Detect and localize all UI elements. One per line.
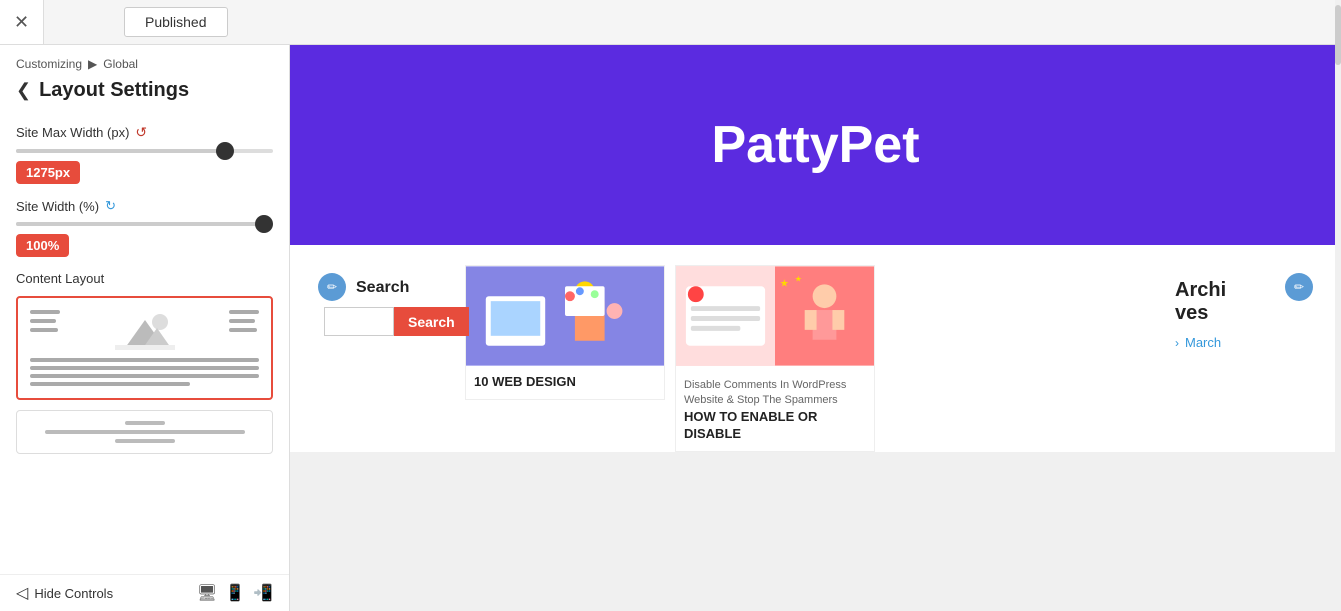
content-grid: ✏ Search Search bbox=[290, 245, 1341, 452]
post-card-2: ★ ★ Disable Comments In WordPress Websit… bbox=[675, 265, 875, 452]
close-icon: ✕ bbox=[14, 12, 29, 33]
sidebar-bottom: ◁ Hide Controls 🖥 📱 📲 bbox=[0, 574, 289, 611]
breadcrumb-customizing[interactable]: Customizing bbox=[16, 57, 82, 71]
site-max-width-slider[interactable] bbox=[16, 149, 273, 153]
tablet-icon[interactable]: 📱 bbox=[225, 583, 245, 603]
sidebar-wrapper: Customizing ▶ Global ❮ Layout Settings S… bbox=[0, 45, 290, 611]
sidebar-scrollbar bbox=[1335, 45, 1341, 611]
back-button[interactable]: ❮ Layout Settings bbox=[0, 75, 289, 114]
site-max-width-label: Site Max Width (px) ↺ bbox=[16, 124, 273, 141]
desktop-icon[interactable]: 🖥 bbox=[197, 583, 217, 603]
post-card-2-image: ★ ★ bbox=[676, 266, 874, 366]
search-input[interactable] bbox=[324, 307, 394, 336]
archive-arrow-icon: › bbox=[1175, 336, 1179, 350]
post-card-2-title: HOW TO ENABLE OR DISABLE bbox=[684, 409, 866, 443]
sidebar-content: Site Max Width (px) ↺ 1275px Site Width … bbox=[0, 114, 289, 474]
sidebar-scroll-area: Site Max Width (px) ↺ 1275px Site Width … bbox=[0, 114, 289, 574]
site-width-reset-icon[interactable]: ↻ bbox=[105, 198, 116, 214]
search-widget-edit-icon[interactable]: ✏ bbox=[318, 273, 346, 301]
hide-controls-label: Hide Controls bbox=[34, 586, 113, 601]
site-width-slider[interactable] bbox=[16, 222, 273, 226]
layout-option-2[interactable] bbox=[16, 410, 273, 454]
content-layout-label: Content Layout bbox=[16, 271, 273, 286]
archives-widget-edit-icon[interactable]: ✏ bbox=[1285, 273, 1313, 301]
breadcrumb-global[interactable]: Global bbox=[103, 57, 138, 71]
preview-area: PattyPet ✏ Search Search bbox=[290, 45, 1341, 611]
breadcrumb-arrow-icon: ▶ bbox=[88, 57, 97, 71]
breadcrumb: Customizing ▶ Global bbox=[0, 45, 289, 75]
svg-text:★: ★ bbox=[780, 278, 789, 289]
post-card-2-excerpt: Disable Comments In WordPress Website & … bbox=[684, 378, 866, 409]
archive-item-march[interactable]: › March bbox=[1175, 335, 1307, 350]
hero-title: PattyPet bbox=[711, 115, 919, 175]
svg-text:★: ★ bbox=[795, 274, 802, 283]
layout-option-1[interactable] bbox=[16, 296, 273, 400]
archives-widget: ✏ Archi ves › March bbox=[1161, 265, 1321, 364]
site-width-thumb[interactable] bbox=[255, 215, 273, 233]
close-button[interactable]: ✕ bbox=[0, 0, 44, 44]
hide-controls-button[interactable]: ◁ Hide Controls bbox=[16, 583, 113, 603]
section-title: Layout Settings bbox=[39, 79, 189, 102]
hero-section: PattyPet bbox=[290, 45, 1341, 245]
site-max-width-value: 1275px bbox=[16, 161, 80, 184]
site-width-label: Site Width (%) ↻ bbox=[16, 198, 273, 214]
search-input-container: Search bbox=[324, 307, 451, 336]
device-icons: 🖥 📱 📲 bbox=[197, 583, 273, 603]
top-bar: ✕ Published bbox=[0, 0, 1341, 45]
mobile-icon[interactable]: 📲 bbox=[253, 583, 273, 603]
post-card-1: 10 WEB DESIGN bbox=[465, 265, 665, 400]
publish-button[interactable]: Published bbox=[124, 7, 228, 37]
site-max-width-reset-icon[interactable]: ↺ bbox=[135, 124, 147, 141]
back-icon: ❮ bbox=[16, 80, 31, 101]
main-layout: Customizing ▶ Global ❮ Layout Settings S… bbox=[0, 45, 1341, 611]
post-card-1-image bbox=[466, 266, 664, 366]
archive-item-label: March bbox=[1185, 335, 1221, 350]
search-widget: ✏ Search Search bbox=[310, 265, 465, 350]
post-card-1-title: 10 WEB DESIGN bbox=[474, 374, 656, 391]
sidebar: Customizing ▶ Global ❮ Layout Settings S… bbox=[0, 45, 289, 611]
site-max-width-thumb[interactable] bbox=[216, 142, 234, 160]
search-submit-button[interactable]: Search bbox=[394, 307, 469, 336]
hide-controls-icon: ◁ bbox=[16, 583, 28, 603]
site-width-value: 100% bbox=[16, 234, 69, 257]
